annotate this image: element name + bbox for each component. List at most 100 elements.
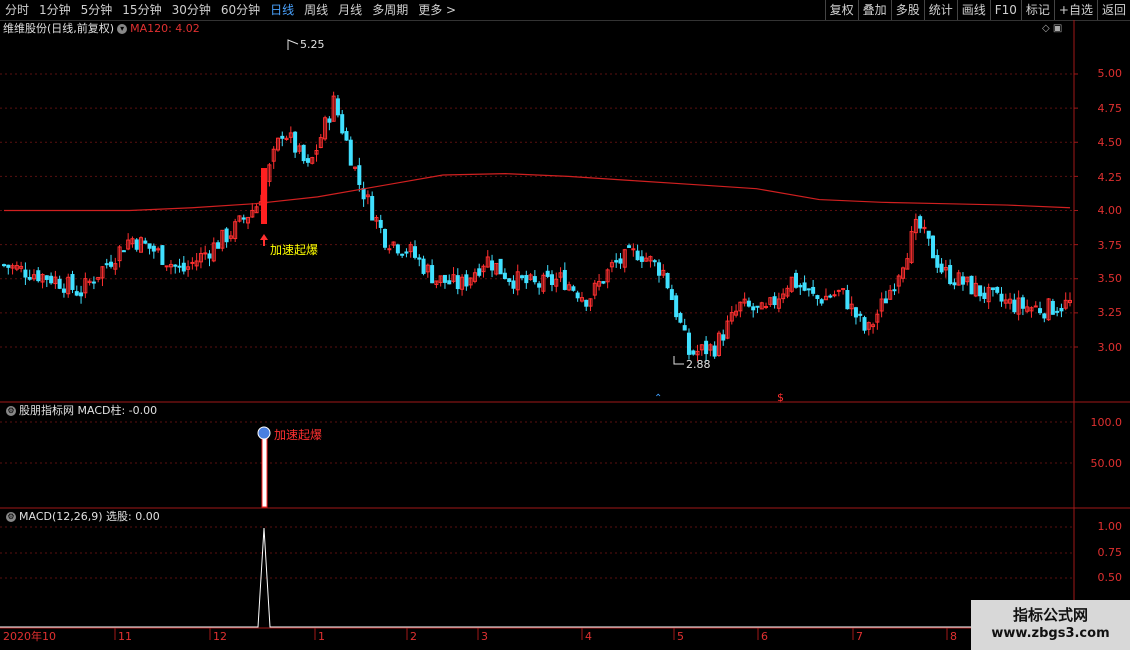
window-icon[interactable]: ▣ <box>1053 23 1062 34</box>
candle-body <box>939 263 944 273</box>
candle-body <box>601 281 606 284</box>
candle-body <box>652 260 657 263</box>
date-tick: 1 <box>318 630 325 643</box>
candle-body <box>293 131 298 153</box>
date-tick: 6 <box>761 630 768 643</box>
candle-body <box>498 258 503 275</box>
candle-body <box>387 248 392 251</box>
candle-body <box>806 288 811 291</box>
candle-body <box>627 245 632 248</box>
candle-body <box>104 263 109 266</box>
candle-body <box>2 264 6 267</box>
candle-body <box>507 278 512 282</box>
candle-body <box>931 235 936 259</box>
settings-icon[interactable]: ⚙ <box>6 512 16 522</box>
candle-body <box>549 274 554 286</box>
main-panel-header: 维维股份(日线,前复权) ▾ MA120: 4.02 <box>3 22 200 36</box>
candle-body <box>883 298 888 304</box>
candle-body <box>502 272 507 280</box>
candle-body <box>575 292 580 299</box>
candle-body <box>674 295 679 318</box>
signal-label: 加速起爆 <box>270 243 319 257</box>
candle-body <box>751 306 756 311</box>
low-marker-leader <box>673 356 684 365</box>
indicator-panel-header: ⚙ 股朋指标网 MACD柱: -0.00 <box>3 404 157 418</box>
y-tick: 0.75 <box>1097 546 1123 559</box>
indicator-signal-label: 加速起爆 <box>274 428 323 442</box>
signal-candle <box>261 168 267 224</box>
candle-body <box>995 286 1000 293</box>
candle-body <box>216 242 221 249</box>
y-tick: 4.50 <box>1097 136 1123 149</box>
date-tick: 8 <box>950 630 957 643</box>
candle-body <box>383 229 388 248</box>
candle-body <box>819 299 824 304</box>
candle-body <box>845 290 850 310</box>
candle-body <box>520 275 525 279</box>
candle-body <box>969 275 974 295</box>
candle-body <box>344 131 349 141</box>
dropdown-icon[interactable]: ▾ <box>117 24 128 34</box>
date-tick: 7 <box>856 630 863 643</box>
candle-body <box>395 244 400 254</box>
candle-body <box>892 289 897 292</box>
y-tick: 1.00 <box>1097 520 1123 533</box>
y-tick: 3.25 <box>1097 306 1123 319</box>
candle-body <box>109 261 114 267</box>
date-tick: 4 <box>585 630 592 643</box>
candle-body <box>305 158 310 163</box>
candle-body <box>23 269 28 278</box>
candle-body <box>935 255 940 268</box>
candle-body <box>44 275 49 280</box>
y-tick: 4.25 <box>1097 171 1123 184</box>
candle-body <box>348 139 353 166</box>
candle-body <box>631 248 636 251</box>
candle-body <box>1050 300 1055 315</box>
candle-body <box>635 250 640 261</box>
candle-body <box>1033 305 1038 308</box>
candle-body <box>173 264 178 267</box>
candle-body <box>691 350 696 355</box>
candle-body <box>280 135 285 139</box>
candle-body <box>91 281 96 284</box>
candle-body <box>952 282 957 286</box>
candle-body <box>811 286 816 294</box>
panel-controls: ◇ ▣ <box>1042 23 1062 34</box>
candle-body <box>669 289 674 301</box>
settings-icon[interactable]: ⚙ <box>6 406 16 416</box>
y-tick: 3.00 <box>1097 341 1123 354</box>
candle-body <box>918 216 923 229</box>
candle-body <box>421 258 426 274</box>
low-price-label: 2.88 <box>686 358 711 371</box>
candle-body <box>948 265 953 285</box>
candle-body <box>417 257 422 260</box>
chart-canvas: ⌃ $ <box>0 20 1130 640</box>
candle-body <box>147 243 152 249</box>
candle-body <box>430 265 435 284</box>
high-marker-leader <box>287 39 299 50</box>
candle-body <box>57 278 62 289</box>
y-tick: 0.50 <box>1097 571 1123 584</box>
candle-body <box>960 276 965 285</box>
diamond-icon[interactable]: ◇ <box>1042 23 1050 34</box>
candle-body <box>746 300 751 307</box>
candle-body <box>755 305 760 308</box>
date-tick: 2020年10 <box>3 630 56 643</box>
ma120-label: MA120: 4.02 <box>130 22 200 35</box>
candle-body <box>70 274 75 290</box>
y-tick: 50.00 <box>1090 457 1123 470</box>
high-price-label: 5.25 <box>300 38 325 51</box>
candle-body <box>794 272 799 288</box>
candle-body <box>340 114 345 134</box>
candle-body <box>862 317 867 331</box>
candle-body <box>571 286 576 291</box>
candle-body <box>241 217 246 220</box>
candle-body <box>74 291 79 296</box>
candle-body <box>990 287 995 291</box>
candle-body <box>378 219 383 228</box>
candle-body <box>712 345 717 357</box>
candle-body <box>618 258 623 264</box>
candle-body <box>49 275 54 284</box>
candle-body <box>177 265 182 268</box>
candle-body <box>27 277 32 280</box>
